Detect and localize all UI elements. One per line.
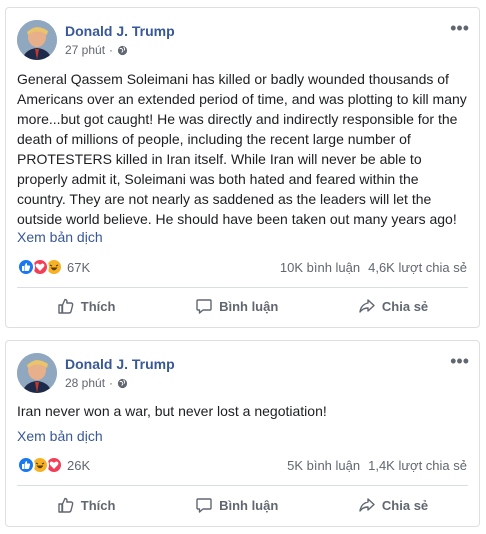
more-options-icon[interactable]: ••• — [450, 352, 469, 370]
thumbs-up-icon — [58, 497, 74, 513]
reaction-icons[interactable] — [17, 456, 63, 474]
share-button[interactable]: Chia sẻ — [348, 492, 438, 518]
post-time[interactable]: 28 phút — [65, 376, 105, 390]
comment-button-label: Bình luận — [219, 497, 279, 513]
comment-button-label: Bình luận — [219, 298, 279, 314]
post-meta: 28 phút · — [65, 376, 128, 390]
reaction-icons[interactable] — [17, 258, 63, 276]
comment-icon — [196, 498, 212, 513]
comment-count[interactable]: 5K bình luận — [287, 458, 360, 473]
action-bar: Thích Bình luận Chia sẻ — [17, 489, 468, 521]
comment-count[interactable]: 10K bình luận — [280, 260, 360, 275]
comment-icon — [196, 299, 212, 314]
author-name[interactable]: Donald J. Trump — [65, 23, 175, 39]
post-meta: 27 phút · — [65, 43, 128, 57]
post-time[interactable]: 27 phút — [65, 43, 105, 57]
share-icon — [359, 299, 375, 313]
author-name[interactable]: Donald J. Trump — [65, 356, 175, 372]
avatar[interactable] — [17, 353, 57, 393]
globe-icon — [117, 378, 128, 389]
reactions-bar: 67K 10K bình luận 4,6K lượt chia sẻ — [17, 256, 467, 278]
share-count[interactable]: 1,4K lượt chia sẻ — [368, 458, 467, 473]
post-text: Iran never won a war, but never lost a n… — [17, 403, 327, 419]
post-card: Donald J. Trump 27 phút · ••• General Qa… — [5, 7, 480, 328]
post-stats: 5K bình luận 1,4K lượt chia sẻ — [287, 458, 467, 473]
share-icon — [359, 498, 375, 512]
more-options-icon[interactable]: ••• — [450, 19, 469, 37]
like-button[interactable]: Thích — [47, 293, 126, 319]
thumbs-up-icon — [58, 298, 74, 314]
globe-icon — [117, 45, 128, 56]
reactions-bar: 26K 5K bình luận 1,4K lượt chia sẻ — [17, 454, 467, 476]
post-text: General Qassem Soleimani has killed or b… — [17, 71, 467, 227]
translate-link[interactable]: Xem bản dịch — [17, 229, 103, 245]
translate-link[interactable]: Xem bản dịch — [17, 428, 103, 444]
comment-button[interactable]: Bình luận — [185, 492, 288, 518]
share-button-label: Chia sẻ — [381, 298, 429, 314]
post-stats: 10K bình luận 4,6K lượt chia sẻ — [280, 260, 467, 275]
like-reaction-icon — [17, 456, 35, 474]
comment-button[interactable]: Bình luận — [185, 293, 288, 319]
share-count[interactable]: 4,6K lượt chia sẻ — [368, 260, 467, 275]
like-button[interactable]: Thích — [47, 492, 126, 518]
avatar[interactable] — [17, 20, 57, 60]
share-button[interactable]: Chia sẻ — [348, 293, 438, 319]
like-button-label: Thích — [80, 497, 116, 513]
like-button-label: Thích — [80, 298, 116, 314]
reaction-count[interactable]: 26K — [67, 458, 90, 473]
reaction-count[interactable]: 67K — [67, 260, 90, 275]
share-button-label: Chia sẻ — [381, 497, 429, 513]
like-reaction-icon — [17, 258, 35, 276]
post-card: Donald J. Trump 28 phút · ••• Iran never… — [5, 340, 480, 527]
divider — [17, 485, 468, 486]
action-bar: Thích Bình luận Chia sẻ — [17, 290, 468, 322]
divider — [17, 287, 468, 288]
